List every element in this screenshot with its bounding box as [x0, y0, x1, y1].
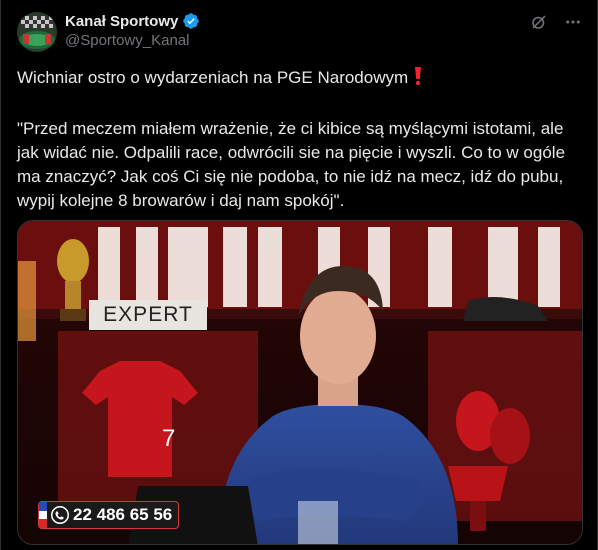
phone-icon: [51, 506, 69, 524]
verified-badge-icon: [182, 12, 200, 30]
author-handle[interactable]: @Sportowy_Kanal: [65, 32, 189, 49]
red-exclamation-icon: [413, 66, 423, 93]
phone-number-badge: 22 486 65 56: [38, 501, 180, 529]
tweet-text: Wichniar ostro o wydarzeniach na PGE Nar…: [17, 66, 583, 213]
flag-icon: [39, 502, 47, 529]
tweet-headline: Wichniar ostro o wydarzeniach na PGE Nar…: [17, 68, 409, 87]
tweet-quote: "Przed meczem miałem wrażenie, że ci kib…: [17, 119, 570, 210]
more-dots-icon[interactable]: [563, 12, 583, 32]
grok-icon[interactable]: [529, 12, 549, 32]
jersey-number: 7: [162, 425, 175, 452]
author-avatar[interactable]: [17, 12, 57, 52]
tweet-card: Kanał Sportowy @Sportowy_Kanal Wichniar …: [0, 0, 598, 550]
author-display-name[interactable]: Kanał Sportowy: [65, 13, 178, 30]
tweet-media-image[interactable]: 7 EXPERT 22 486 65 56: [17, 220, 583, 545]
phone-number: 22 486 65 56: [73, 505, 173, 524]
expert-label: EXPERT: [89, 300, 207, 330]
